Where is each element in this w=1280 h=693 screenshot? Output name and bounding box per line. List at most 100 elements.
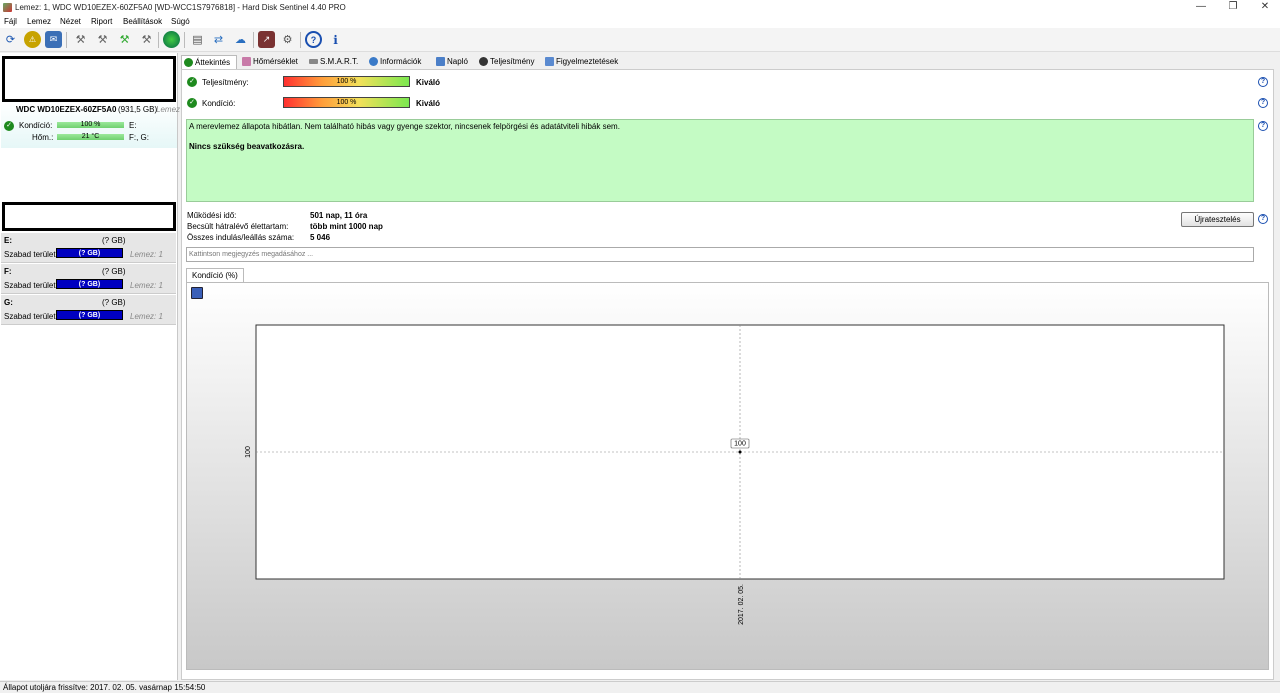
health-label: Kondíció: [202,99,236,108]
window-title: Lemez: 1, WDC WD10EZEX-60ZF5A0 [WD-WCC1S… [15,3,346,12]
condition-drives: E: [129,121,137,130]
data-point [738,450,742,454]
mail-icon[interactable]: ✉ [45,31,62,48]
network-icon[interactable]: ☁ [232,31,249,48]
disk-check-icon[interactable]: ⚠ [24,31,41,48]
volume-size: (? GB) [102,267,126,276]
tool-icon[interactable]: ⚒ [116,31,133,48]
info-icon[interactable]: ℹ [327,31,344,48]
performance-label: Teljesítmény: [202,78,249,87]
tab-alerts[interactable]: Figyelmeztetések [543,55,618,69]
disk-size: (931,5 GB) [118,105,158,114]
free-space-bar: (? GB) [56,279,123,289]
status-message: A merevlemez állapota hibátlan. Nem talá… [189,122,620,131]
startstop-label: Összes indulás/leállás száma: [187,233,295,242]
help-icon[interactable]: ? [1258,77,1268,87]
tab-label: Teljesítmény [490,57,535,66]
free-space-bar: (? GB) [56,310,123,320]
lifetime-value: több mint 1000 nap [310,222,383,231]
toolbar-separator [158,32,159,48]
partition-thumbnail[interactable] [2,202,176,231]
temperature-label: Hőm.: [32,133,54,142]
title-bar: Lemez: 1, WDC WD10EZEX-60ZF5A0 [WD-WCC1S… [0,0,1280,16]
condition-label: Kondíció: [19,121,53,130]
condition-bar: 100 % [57,121,124,128]
retest-button[interactable]: Újratesztelés [1181,212,1254,227]
chart-tab-condition[interactable]: Kondíció (%) [186,268,244,282]
tool-icon[interactable]: ⚒ [72,31,89,48]
temperature-bar: 21 °C [57,133,124,140]
tab-label: Hőmérséklet [253,57,298,66]
check-icon [184,58,193,67]
tab-bar: Áttekintés Hőmérséklet S.M.A.R.T. Inform… [181,55,1280,69]
info-icon [369,57,378,66]
chart-icon[interactable]: ↗ [258,31,275,48]
restore-button[interactable]: ❐ [1218,0,1248,14]
tab-log[interactable]: Napló [434,55,468,69]
toolbar-separator [66,32,67,48]
tab-overview[interactable]: Áttekintés [181,55,237,69]
free-space-bar: (? GB) [56,248,123,258]
help-icon[interactable]: ? [1258,121,1268,131]
uptime-value: 501 nap, 11 óra [310,211,368,220]
volume-size: (? GB) [102,298,126,307]
tab-smart[interactable]: S.M.A.R.T. [307,55,358,69]
tab-temperature[interactable]: Hőmérséklet [240,55,298,69]
health-bar: 100 % [283,97,410,108]
lifetime-label: Becsült hátralévő élettartam: [187,222,289,231]
alert-doc-icon [545,57,554,66]
menu-disk[interactable]: Lemez [27,17,51,26]
help-icon[interactable]: ? [1258,98,1268,108]
free-space-label: Szabad terület [4,281,56,290]
menu-settings[interactable]: Beállítások [123,17,162,26]
globe-icon[interactable] [163,31,180,48]
volume-letter: F: [4,267,12,276]
data-label: 100 [734,441,746,448]
document-icon[interactable]: ▤ [189,31,206,48]
volume-letter: G: [4,298,13,307]
disk-entry[interactable]: WDC WD10EZEX-60ZF5A0 (931,5 GB) Lemez ✓ … [1,102,181,148]
volume-entry-g[interactable]: G: (? GB) Szabad terület (? GB) Lemez: 1 [1,295,176,325]
disk-name: WDC WD10EZEX-60ZF5A0 [16,105,117,114]
volume-disk: Lemez: 1 [130,281,163,290]
help-icon[interactable]: ? [305,31,322,48]
toolbar-separator [300,32,301,48]
menu-file[interactable]: Fájl [4,17,17,26]
disk-suffix: Lemez [156,105,181,114]
disk-icon [309,59,318,64]
x-tick-label: 2017. 02. 05. [738,584,745,625]
volume-entry-e[interactable]: E: (? GB) Szabad terület (? GB) Lemez: 1 [1,233,176,263]
performance-rating: Kiváló [416,78,441,87]
tab-information[interactable]: Információk [367,55,421,69]
menu-view[interactable]: Nézet [60,17,81,26]
thermometer-icon [242,57,251,66]
refresh-icon[interactable]: ⟳ [2,31,19,48]
health-rating: Kiváló [416,99,441,108]
temperature-drives: F:, G: [129,133,149,142]
free-space-label: Szabad terület [4,250,56,259]
note-input[interactable]: Kattintson megjegyzés megadásához ... [186,247,1254,262]
health-ok-icon: ✓ [187,98,197,108]
menu-help[interactable]: Súgó [171,17,190,26]
condition-chart: 2017. 02. 05. 100 100 [245,324,1225,625]
tab-label: S.M.A.R.T. [320,57,359,66]
app-icon [3,3,12,12]
uptime-label: Működési idő: [187,211,237,220]
volume-entry-f[interactable]: F: (? GB) Szabad terület (? GB) Lemez: 1 [1,264,176,294]
menu-report[interactable]: Riport [91,17,112,26]
tool-icon[interactable]: ⚒ [138,31,155,48]
status-message-box: A merevlemez állapota hibátlan. Nem talá… [186,119,1254,202]
y-tick-label: 100 [245,446,252,458]
settings-icon[interactable]: ⚙ [279,31,296,48]
tool-icon[interactable]: ⚒ [94,31,111,48]
tab-performance[interactable]: Teljesítmény [477,55,534,69]
sync-icon[interactable]: ⇄ [210,31,227,48]
startstop-value: 5 046 [310,233,331,242]
volume-letter: E: [4,236,12,245]
disk-thumbnail[interactable] [2,56,176,102]
toolbar-separator [184,32,185,48]
help-icon[interactable]: ? [1258,214,1268,224]
close-button[interactable]: ✕ [1250,0,1280,14]
performance-ok-icon: ✓ [187,77,197,87]
minimize-button[interactable]: — [1186,0,1216,14]
